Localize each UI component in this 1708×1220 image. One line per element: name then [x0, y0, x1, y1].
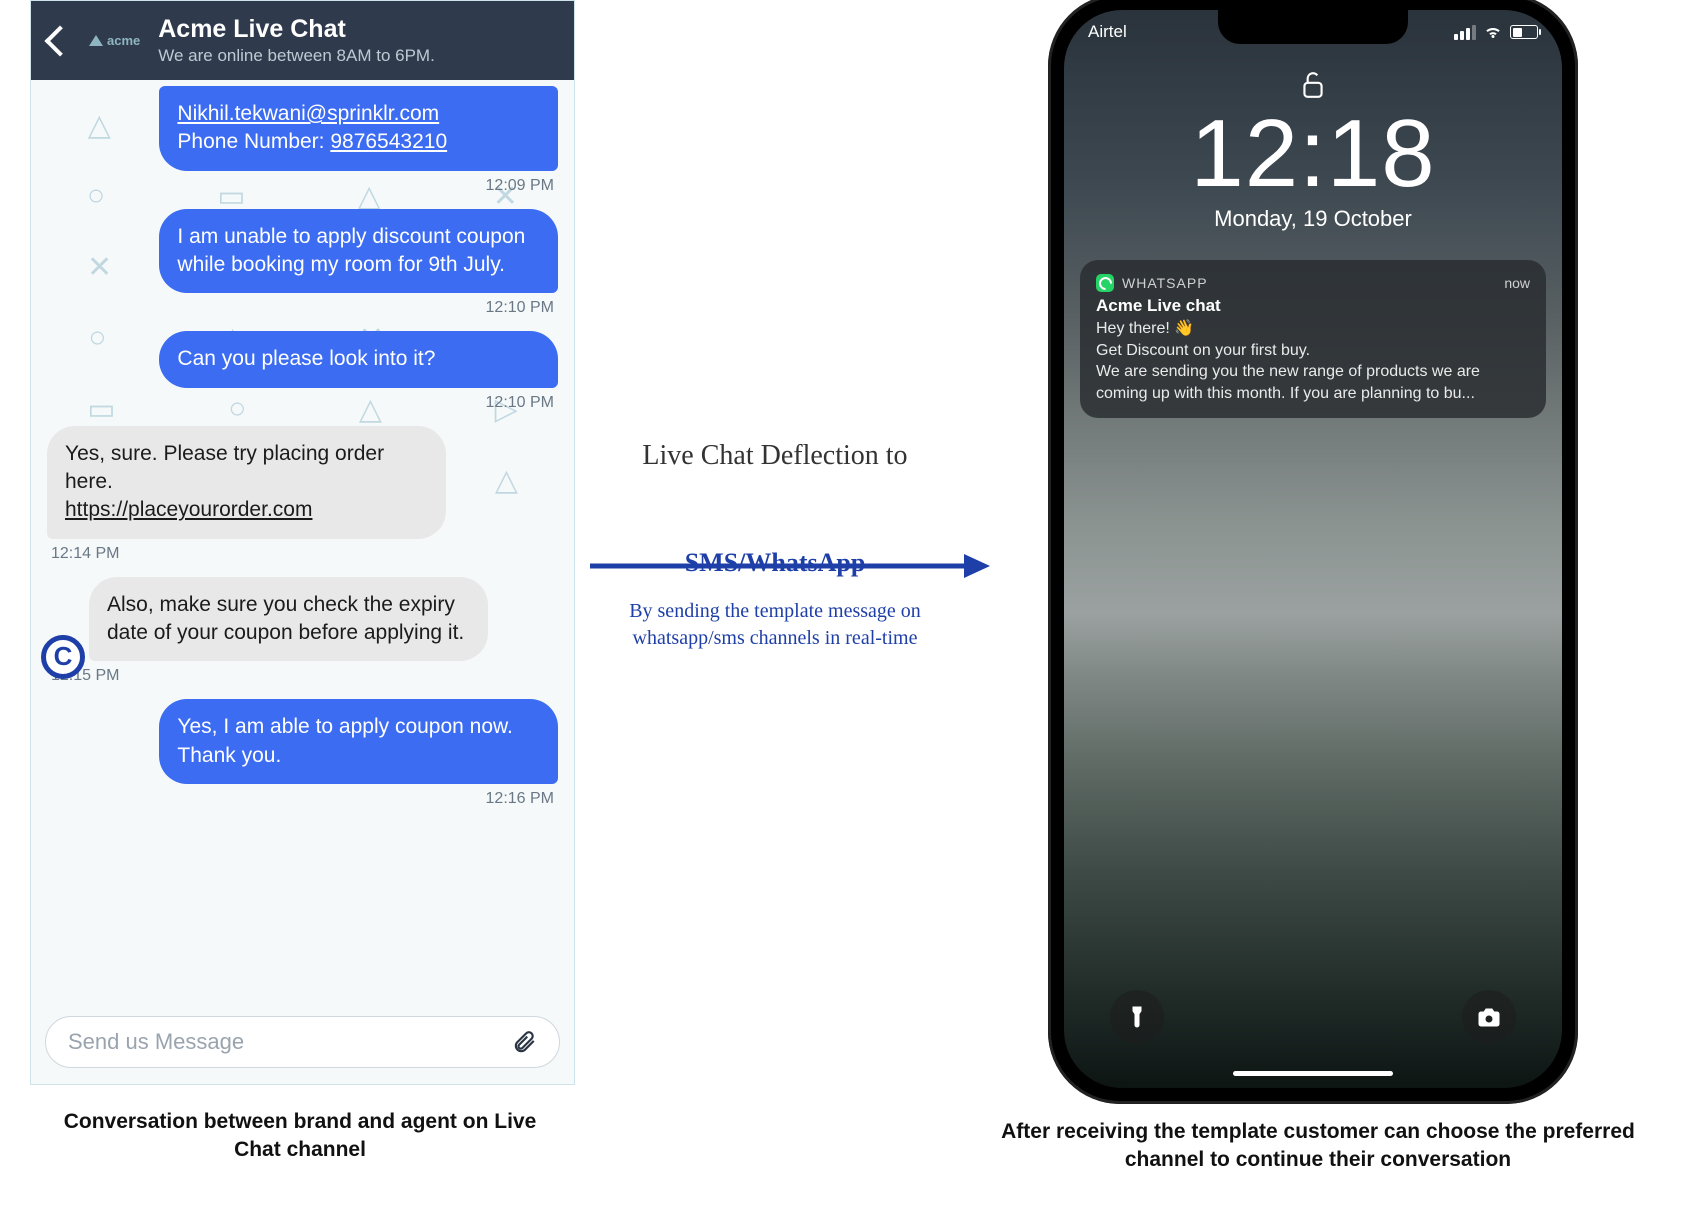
- whatsapp-icon: [1096, 274, 1114, 292]
- timestamp: 12:14 PM: [51, 545, 554, 563]
- timestamp: 12:10 PM: [51, 394, 554, 412]
- arrow-icon: [590, 550, 990, 582]
- email-link[interactable]: Nikhil.tekwani@sprinklr.com: [177, 102, 439, 125]
- notification-app: WHATSAPP: [1122, 275, 1208, 291]
- flashlight-button[interactable]: [1110, 990, 1164, 1044]
- live-chat-window: ○△▭▷ △✕○▷ ○▭△✕ ✕○▷▭ ○△✕○ ▭○△▷ ○✕▭△ acme …: [30, 0, 575, 1085]
- back-icon[interactable]: [44, 25, 75, 56]
- message-sent: Nikhil.tekwani@sprinklr.com Phone Number…: [159, 86, 558, 171]
- chat-title: Acme Live Chat: [158, 15, 435, 44]
- chat-subtitle: We are online between 8AM to 6PM.: [158, 46, 435, 66]
- home-indicator[interactable]: [1233, 1071, 1393, 1076]
- message-input[interactable]: Send us Message: [45, 1016, 560, 1068]
- lock-screen-clock: 12:18 Monday, 19 October: [1064, 70, 1562, 232]
- timestamp: 12:09 PM: [51, 177, 554, 195]
- deflection-line1: Live Chat Deflection to: [590, 440, 960, 472]
- message-sent: Can you please look into it?: [159, 331, 558, 387]
- battery-icon: [1510, 25, 1538, 39]
- notification-sender: Acme Live chat: [1096, 296, 1530, 316]
- signal-icon: [1454, 25, 1476, 40]
- whatsapp-notification[interactable]: WHATSAPP now Acme Live chat Hey there! 👋…: [1080, 260, 1546, 418]
- message-sent: Yes, I am able to apply coupon now. Than…: [159, 699, 558, 784]
- timestamp: 12:15 PM: [51, 667, 554, 685]
- order-link[interactable]: https://placeyourorder.com: [65, 498, 312, 521]
- message-received: Also, make sure you check the expiry dat…: [89, 577, 488, 662]
- camera-button[interactable]: [1462, 990, 1516, 1044]
- timestamp: 12:10 PM: [51, 299, 554, 317]
- notification-time: now: [1504, 275, 1530, 291]
- unlock-icon: [1300, 70, 1326, 100]
- message-sent: I am unable to apply discount coupon whi…: [159, 209, 558, 294]
- caption-left: Conversation between brand and agent on …: [40, 1108, 560, 1165]
- lock-time: 12:18: [1064, 106, 1562, 202]
- carrier-label: Airtel: [1088, 22, 1127, 42]
- deflection-label: Live Chat Deflection to SMS/WhatsApp By …: [590, 440, 960, 652]
- phone-label: Phone Number:: [177, 130, 330, 153]
- brand-logo: acme: [89, 33, 140, 48]
- lock-date: Monday, 19 October: [1064, 206, 1562, 232]
- message-received: Yes, sure. Please try placing order here…: [47, 426, 446, 539]
- phone-link[interactable]: 9876543210: [330, 130, 447, 153]
- quick-actions: [1064, 990, 1562, 1044]
- message-text: Yes, sure. Please try placing order here…: [65, 442, 384, 493]
- caption-right: After receiving the template customer ca…: [968, 1118, 1668, 1175]
- status-bar: Airtel: [1064, 10, 1562, 42]
- brand-text: acme: [107, 33, 140, 48]
- phone-mockup: Airtel 12:18 Monday, 19 October WHATSAPP…: [1048, 0, 1578, 1104]
- timestamp: 12:16 PM: [51, 790, 554, 808]
- agent-avatar: C: [41, 635, 85, 679]
- brand-triangle-icon: [89, 35, 103, 46]
- deflection-line3: By sending the template message on whats…: [590, 598, 960, 652]
- notification-body: Hey there! 👋 Get Discount on your first …: [1096, 318, 1530, 404]
- attachment-icon[interactable]: [511, 1029, 537, 1055]
- wifi-icon: [1484, 23, 1502, 41]
- chat-body[interactable]: Nikhil.tekwani@sprinklr.com Phone Number…: [31, 80, 574, 1006]
- chat-header: acme Acme Live Chat We are online betwee…: [31, 1, 574, 80]
- input-placeholder: Send us Message: [68, 1029, 244, 1055]
- phone-screen: Airtel 12:18 Monday, 19 October WHATSAPP…: [1064, 10, 1562, 1088]
